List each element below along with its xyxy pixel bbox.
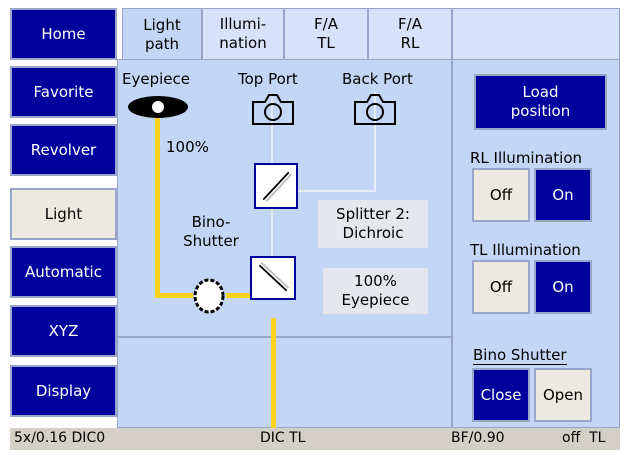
tab-illumination[interactable]: Illumi- nation [202,8,284,60]
top-port-camera-icon[interactable] [251,92,295,126]
eyepiece-percent: 100% [166,138,209,156]
back-port-label: Back Port [342,70,413,88]
eyepiece-light-path [155,118,160,298]
bino-shutter-label-line1: Bino- [191,213,231,231]
bino-open-button[interactable]: Open [534,368,592,422]
tab-label-line2: TL [317,34,335,52]
status-contrast: DIC TL [260,430,306,446]
nav-home-button[interactable]: Home [10,8,117,60]
status-bar: 5x/0.16 DIC0 DIC TL BF/0.90 off TL [10,428,620,450]
rl-on-button[interactable]: On [534,168,592,222]
tab-label-line1: Light [143,15,181,34]
back-port-camera-icon[interactable] [353,92,397,126]
tab-label-line2: path [144,34,180,53]
light-path-lower-panel [117,337,452,428]
nav-xyz-button[interactable]: XYZ [10,305,117,357]
back-port-branch [296,190,376,192]
tab-fa-rl[interactable]: F/A RL [368,8,452,60]
output-info-line1: 100% [354,272,397,290]
splitter-bottom-icon[interactable] [250,256,296,300]
splitter-link-path [271,208,273,256]
nav-automatic-button[interactable]: Automatic [10,246,117,298]
top-port-label: Top Port [238,70,298,88]
tab-light-path[interactable]: Light path [122,8,202,60]
nav-favorite-button[interactable]: Favorite [10,66,117,118]
nav-display-button[interactable]: Display [10,365,117,417]
rl-illumination-label: RL Illumination [470,149,583,167]
eyepiece-label: Eyepiece [122,70,190,88]
splitter-top-icon[interactable] [254,163,298,209]
nav-light-button[interactable]: Light [10,188,117,240]
tab-label-line1: F/A [314,15,338,33]
tl-off-button[interactable]: Off [472,260,530,314]
output-info-box: 100% Eyepiece [323,268,428,314]
load-position-line2: position [510,102,571,120]
splitter-info-line1: Splitter 2: [336,205,410,223]
status-condenser: BF/0.90 [451,430,505,446]
tab-fa-tl[interactable]: F/A TL [284,8,368,60]
bino-shutter-label-line2: Shutter [183,232,239,250]
load-position-button[interactable]: Load position [474,74,607,130]
tab-label-line1: F/A [398,15,422,33]
tl-illumination-label: TL Illumination [470,241,581,259]
tab-label-line2: nation [219,34,267,52]
source-light-path [271,318,276,428]
bino-shutter-control-label: Bino Shutter [473,346,567,365]
bino-light-path [155,293,193,298]
tab-label-line2: RL [400,34,420,52]
load-position-line1: Load [522,83,559,101]
bino-shutter-label: Bino- Shutter [177,213,245,251]
tab-label-line1: Illumi- [219,15,267,33]
status-objective: 5x/0.16 DIC0 [14,430,106,446]
output-info-line2: Eyepiece [341,291,410,309]
rl-off-button[interactable]: Off [472,168,530,222]
tl-on-button[interactable]: On [534,260,592,314]
bino-close-button[interactable]: Close [472,368,530,422]
shutter-light-path [226,293,250,298]
microscope-control-screen: Home Favorite Revolver Light Automatic X… [0,0,628,455]
splitter-info-box: Splitter 2: Dichroic [318,200,428,248]
splitter-info-line2: Dichroic [342,224,404,242]
bino-shutter-icon[interactable] [191,277,227,315]
status-tl-state: off TL [562,430,606,446]
nav-revolver-button[interactable]: Revolver [10,124,117,176]
tab-bar-filler [452,8,620,60]
eyepiece-eye-icon [128,96,188,118]
